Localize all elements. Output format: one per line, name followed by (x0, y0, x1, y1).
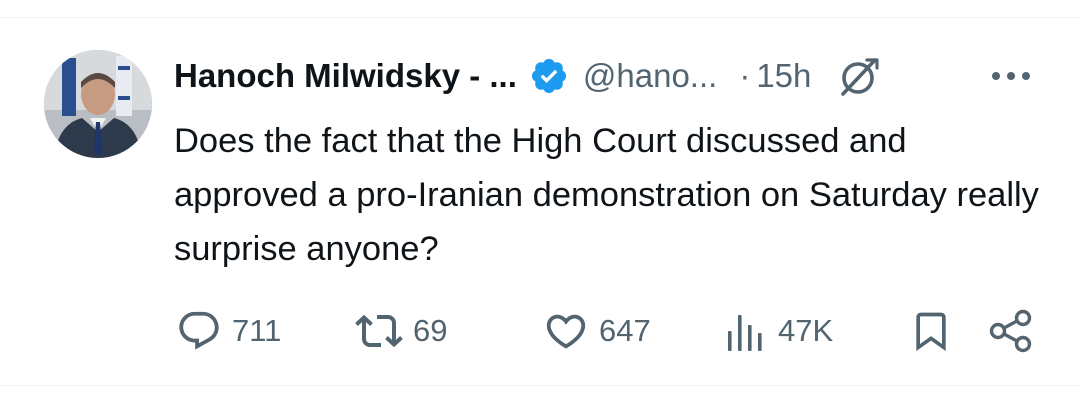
views-count: 47K (778, 313, 834, 348)
repost-icon (355, 307, 403, 355)
share-button[interactable] (988, 306, 1034, 356)
tweet-timestamp[interactable]: 15h (756, 57, 811, 95)
like-count: 647 (599, 313, 651, 348)
tweet-header: Hanoch Milwidsky - ... @hano... · 15h (174, 54, 881, 98)
grok-icon[interactable] (837, 54, 881, 98)
bookmark-button[interactable] (909, 306, 953, 356)
views-button[interactable]: 47K (724, 306, 833, 356)
tweet-card[interactable]: Hanoch Milwidsky - ... @hano... · 15h Do… (0, 18, 1080, 385)
avatar-image (44, 50, 152, 158)
like-button[interactable]: 647 (543, 306, 651, 356)
action-bar: 711 69 647 47K (0, 306, 1080, 356)
more-options-icon[interactable] (989, 64, 1033, 88)
separator-dot: · (739, 57, 751, 94)
reply-count: 711 (232, 313, 282, 348)
heart-icon (543, 308, 589, 354)
author-name[interactable]: Hanoch Milwidsky - ... (174, 57, 517, 95)
share-icon (988, 308, 1034, 354)
repost-button[interactable]: 69 (355, 306, 447, 356)
views-icon (724, 309, 768, 353)
bottom-divider (0, 385, 1080, 386)
repost-count: 69 (413, 313, 448, 348)
author-handle[interactable]: @hano... (583, 57, 717, 95)
bookmark-icon (909, 307, 953, 355)
reply-icon (176, 308, 222, 354)
tweet-text: Does the fact that the High Court discus… (174, 122, 1039, 268)
verified-badge-icon[interactable] (529, 56, 569, 96)
avatar[interactable] (44, 50, 152, 158)
reply-button[interactable]: 711 (176, 306, 281, 356)
